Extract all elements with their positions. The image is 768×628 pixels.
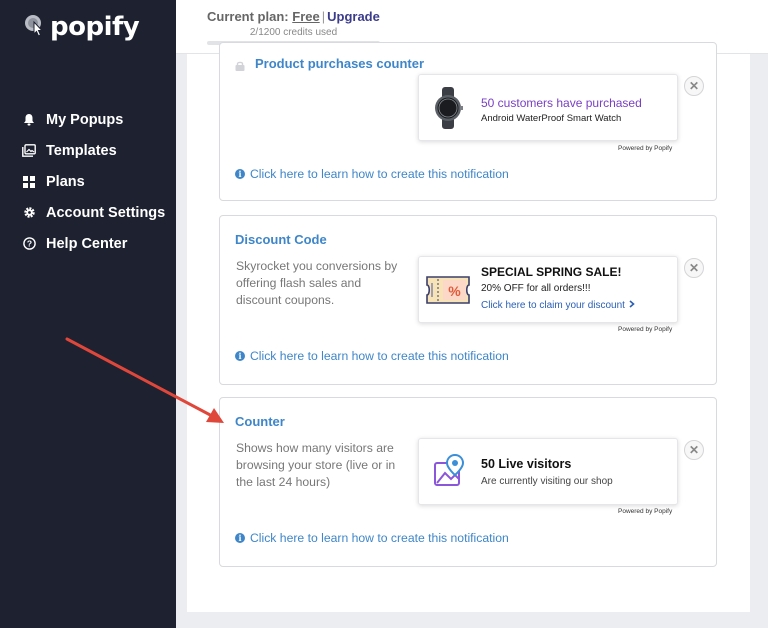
close-button[interactable]: ✕ <box>684 258 704 278</box>
help-circle-icon: ? <box>22 237 36 251</box>
learn-how-link-label: Click here to learn how to create this n… <box>250 167 509 181</box>
notification-card-discount-code: Discount Code Skyrocket you conversions … <box>219 215 717 385</box>
plan-prefix: Current plan: <box>207 9 289 24</box>
brand-name: popify <box>50 12 140 42</box>
chevron-right-icon <box>629 300 635 311</box>
powered-by-label: Powered by Popify <box>618 326 673 333</box>
info-icon: i <box>235 351 245 361</box>
card-description: Shows how many visitors are browsing you… <box>236 441 396 489</box>
sidebar-nav: My Popups Templates Plans Account Settin… <box>22 104 165 259</box>
plan-separator: | <box>321 9 326 24</box>
notification-card-product-purchases: Product purchases counter 50 customers h… <box>219 42 717 201</box>
sidebar-item-plans[interactable]: Plans <box>22 166 165 197</box>
claim-discount-link[interactable]: Click here to claim your discount <box>481 300 635 311</box>
notification-preview: % SPECIAL SPRING SALE! 20% OFF for all o… <box>418 256 678 323</box>
close-button[interactable]: ✕ <box>684 440 704 460</box>
learn-how-link[interactable]: i Click here to learn how to create this… <box>235 167 509 181</box>
sidebar-item-label: Help Center <box>46 235 128 252</box>
grid-icon <box>22 175 36 189</box>
powered-by-label: Powered by Popify <box>618 145 673 152</box>
lock-icon <box>235 58 245 76</box>
svg-text:%: % <box>448 283 461 299</box>
sidebar-item-my-popups[interactable]: My Popups <box>22 104 165 135</box>
credits-used-text: 2/1200 credits used <box>249 27 338 38</box>
bell-icon <box>22 113 36 127</box>
main-panel: Product purchases counter 50 customers h… <box>187 42 750 612</box>
preview-subline: Are currently visiting our shop <box>481 476 613 487</box>
plan-name-link[interactable]: Free <box>292 9 319 24</box>
learn-how-link-label: Click here to learn how to create this n… <box>250 349 509 363</box>
sidebar-item-help-center[interactable]: ? Help Center <box>22 228 165 259</box>
image-gallery-icon <box>22 144 36 158</box>
preview-headline: 50 customers have purchased <box>481 96 642 110</box>
brand-logo[interactable]: popify <box>24 12 140 42</box>
sidebar-item-label: Templates <box>46 142 117 159</box>
sidebar-item-templates[interactable]: Templates <box>22 135 165 166</box>
powered-by-label: Powered by Popify <box>618 508 673 515</box>
close-button[interactable]: ✕ <box>684 76 704 96</box>
preview-headline: SPECIAL SPRING SALE! <box>481 265 622 279</box>
learn-how-link[interactable]: i Click here to learn how to create this… <box>235 349 509 363</box>
upgrade-link[interactable]: Upgrade <box>327 9 380 24</box>
preview-headline: 50 Live visitors <box>481 457 572 471</box>
sidebar-item-label: Plans <box>46 173 85 190</box>
sidebar: popify My Popups Templates Plans Account… <box>0 0 176 628</box>
card-description: Skyrocket you conversions by offering fl… <box>236 259 398 307</box>
notification-preview: 50 Live visitors Are currently visiting … <box>418 438 678 505</box>
preview-subline: 20% OFF for all orders!!! <box>481 283 591 294</box>
notification-preview: 50 customers have purchased Android Wate… <box>418 74 678 141</box>
notification-card-counter: Counter Shows how many visitors are brow… <box>219 397 717 567</box>
learn-how-link-label: Click here to learn how to create this n… <box>250 531 509 545</box>
sidebar-item-label: Account Settings <box>46 204 166 221</box>
map-pin-icon <box>429 451 471 493</box>
pointer-hand-icon <box>24 14 46 40</box>
preview-subline: Android WaterProof Smart Watch <box>481 113 622 124</box>
learn-how-link[interactable]: i Click here to learn how to create this… <box>235 531 509 545</box>
card-title: Counter <box>235 414 285 429</box>
gear-icon <box>22 206 36 220</box>
info-icon: i <box>235 169 245 179</box>
card-title: Product purchases counter <box>255 56 425 71</box>
sidebar-item-label: My Popups <box>46 111 124 128</box>
svg-text:?: ? <box>26 239 31 249</box>
claim-discount-label: Click here to claim your discount <box>481 300 625 311</box>
current-plan: Current plan: Free | Upgrade <box>207 9 380 24</box>
smart-watch-image <box>427 87 469 129</box>
info-icon: i <box>235 533 245 543</box>
sidebar-item-account-settings[interactable]: Account Settings <box>22 197 165 228</box>
coupon-icon: % <box>423 269 473 311</box>
card-title: Discount Code <box>235 232 327 247</box>
